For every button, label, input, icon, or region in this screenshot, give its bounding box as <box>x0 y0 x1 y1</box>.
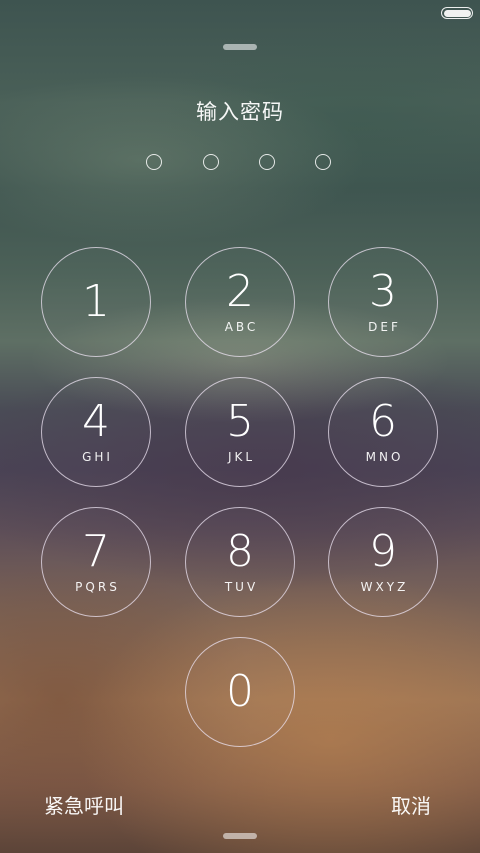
key-letters: WXYZ <box>360 580 409 594</box>
key-digit: 7 <box>82 526 110 577</box>
key-letters: GHI <box>82 450 113 464</box>
keypad-key-7[interactable]: 7 PQRS <box>41 507 151 617</box>
passcode-dot-2 <box>203 154 219 170</box>
key-digit: 9 <box>369 526 397 577</box>
key-digit: 6 <box>369 396 397 447</box>
emergency-call-button[interactable]: 紧急呼叫 <box>44 790 124 819</box>
key-digit: 5 <box>226 396 254 447</box>
keypad-key-8[interactable]: 8 TUV <box>185 507 295 617</box>
keypad-key-3[interactable]: 3 DEF <box>328 247 438 357</box>
keypad-key-9[interactable]: 9 WXYZ <box>328 507 438 617</box>
keypad-key-6[interactable]: 6 MNO <box>328 377 438 487</box>
key-letters: PQRS <box>75 580 120 594</box>
key-digit: 8 <box>226 526 254 577</box>
key-letters: MNO <box>365 450 404 464</box>
passcode-dot-4 <box>315 154 331 170</box>
key-letters: JKL <box>227 450 256 464</box>
cancel-button[interactable]: 取消 <box>391 790 431 819</box>
battery-icon <box>441 7 473 19</box>
keypad-key-0[interactable]: 0 <box>185 637 295 747</box>
keypad-key-1[interactable]: 1 <box>41 247 151 357</box>
key-digit: 1 <box>82 276 110 327</box>
key-letters: DEF <box>368 320 401 334</box>
keypad-key-2[interactable]: 2 ABC <box>185 247 295 357</box>
keypad-key-4[interactable]: 4 GHI <box>41 377 151 487</box>
key-digit: 3 <box>369 266 397 317</box>
key-letters: TUV <box>224 580 259 594</box>
key-digit: 4 <box>82 396 110 447</box>
key-digit: 0 <box>226 666 254 717</box>
key-letters: ABC <box>224 320 259 334</box>
keypad-key-5[interactable]: 5 JKL <box>185 377 295 487</box>
passcode-dot-3 <box>259 154 275 170</box>
top-drag-handle-icon[interactable] <box>223 44 257 50</box>
key-digit: 2 <box>226 266 254 317</box>
passcode-dot-1 <box>146 154 162 170</box>
passcode-indicator <box>146 154 334 174</box>
page-title: 输入密码 <box>196 100 284 124</box>
bottom-drag-handle-icon[interactable] <box>223 833 257 839</box>
